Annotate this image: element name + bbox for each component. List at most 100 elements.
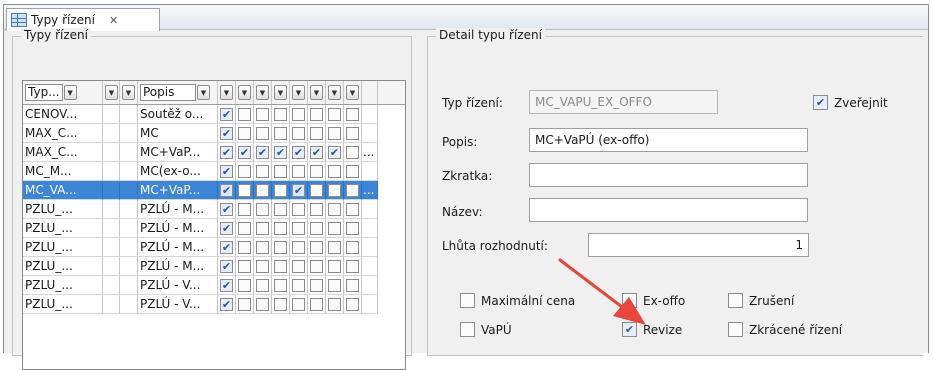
typ-cell[interactable]: MC_M... [23,162,103,181]
checkbox-icon[interactable] [310,164,323,178]
typ-cell[interactable]: PZLU_... [23,295,103,314]
checkbox-icon[interactable] [274,202,287,216]
popis-cell[interactable]: MC+VaP... [138,181,218,200]
check-cell[interactable] [272,181,290,200]
popis-cell[interactable]: MC(ex-o... [138,162,218,181]
checkbox-icon[interactable] [274,278,287,292]
checkbox-icon[interactable] [238,240,251,254]
check-cell[interactable] [290,276,308,295]
popis-cell[interactable]: PZLÚ - M... [138,238,218,257]
check-cell[interactable] [272,124,290,143]
table-row[interactable]: MAX_C... MC+VaP... ✔ ✔ ✔ ✔ ✔ ✔ ✔... [23,143,405,162]
check-cell[interactable] [326,257,344,276]
check-cell[interactable] [344,200,362,219]
table-row[interactable]: MC_M... MC(ex-o... ✔ [23,162,405,181]
check-cell[interactable] [254,257,272,276]
checkbox-icon[interactable] [274,221,287,235]
check-cell[interactable] [326,200,344,219]
checkbox-icon[interactable] [238,297,251,311]
check-cell[interactable] [290,257,308,276]
check-cell[interactable] [326,181,344,200]
checkbox-icon[interactable] [292,240,305,254]
checkbox-icon[interactable] [310,240,323,254]
checkbox-icon[interactable] [238,164,251,178]
check-cell[interactable] [290,219,308,238]
checkbox-icon[interactable]: ✔ [220,145,233,159]
check-cell[interactable] [326,276,344,295]
check-cell[interactable]: ✔ [218,219,236,238]
checkbox-icon[interactable] [292,297,305,311]
check-cell[interactable] [308,105,326,124]
check-cell[interactable] [272,295,290,314]
chevron-down-icon[interactable]: ▼ [310,85,323,100]
checkbox-icon[interactable]: ✔ [274,145,287,159]
chevron-down-icon[interactable]: ▼ [292,85,305,100]
checkbox-icon[interactable]: ✔ [220,240,233,254]
check-cell[interactable] [344,219,362,238]
checkbox-icon[interactable] [238,126,251,140]
check-cell[interactable] [344,238,362,257]
check-cell[interactable] [236,295,254,314]
check-cell[interactable] [254,295,272,314]
column-header-popis[interactable]: Popis ▼ [138,81,218,104]
table-row[interactable]: PZLU_... PZLÚ - M... ✔ [23,219,405,238]
checkbox-icon[interactable] [328,126,341,140]
checkbox-icon[interactable] [256,126,269,140]
typy-rizeni-grid[interactable]: Typ... ▼ ▼ ▼ Popis ▼ ▼ ▼ ▼ ▼ ▼ ▼ ▼ ▼ CEN… [22,80,406,370]
chevron-down-icon[interactable]: ▼ [122,85,135,100]
typ-cell[interactable]: PZLU_... [23,200,103,219]
check-cell[interactable] [290,238,308,257]
chevron-down-icon[interactable]: ▼ [197,85,210,100]
checkbox-icon[interactable] [346,259,359,273]
checkbox-icon[interactable] [292,202,305,216]
checkbox-icon[interactable] [256,107,269,121]
popis-cell[interactable]: PZLÚ - M... [138,219,218,238]
check-cell[interactable]: ✔ [272,143,290,162]
checkbox-icon[interactable] [346,126,359,140]
checkbox-icon[interactable] [238,107,251,121]
check-cell[interactable] [308,219,326,238]
checkbox-icon[interactable] [328,164,341,178]
check-cell[interactable]: ✔ [290,143,308,162]
check-cell[interactable] [290,200,308,219]
checkbox-icon[interactable] [292,107,305,121]
check-cell[interactable] [344,257,362,276]
check-cell[interactable] [236,105,254,124]
checkbox-icon[interactable] [274,183,287,197]
popis-cell[interactable]: PZLÚ - V... [138,276,218,295]
check-cell[interactable] [254,238,272,257]
column-header-check[interactable]: ▼ [326,81,344,104]
check-cell[interactable] [272,238,290,257]
chevron-down-icon[interactable]: ▼ [238,85,251,100]
checkbox-icon[interactable] [346,183,359,197]
checkbox-icon[interactable] [346,145,359,159]
check-cell[interactable]: ✔ [218,105,236,124]
vapu-checkbox[interactable]: VaPÚ [460,322,512,337]
typ-cell[interactable]: MC_VA... [23,181,103,200]
check-cell[interactable] [290,105,308,124]
check-cell[interactable] [254,276,272,295]
column-header-filter[interactable]: ▼ [120,81,138,104]
checkbox-icon[interactable] [328,240,341,254]
check-cell[interactable] [308,200,326,219]
check-cell[interactable] [272,162,290,181]
typ-cell[interactable]: PZLU_... [23,238,103,257]
checkbox-icon[interactable] [310,107,323,121]
checkbox-icon[interactable] [310,259,323,273]
check-cell[interactable]: ✔ [218,200,236,219]
check-cell[interactable] [308,276,326,295]
popis-cell[interactable]: MC [138,124,218,143]
close-icon[interactable]: ✕ [109,14,118,27]
checkbox-icon[interactable] [274,107,287,121]
checkbox-icon[interactable] [238,221,251,235]
nazev-field[interactable] [529,198,808,222]
checkbox-icon[interactable] [310,278,323,292]
checkbox-icon[interactable] [256,297,269,311]
column-header-check[interactable]: ▼ [308,81,326,104]
typ-cell[interactable]: PZLU_... [23,219,103,238]
table-row[interactable]: PZLU_... PZLÚ - V... ✔ [23,295,405,314]
check-cell[interactable]: ✔ [254,143,272,162]
check-cell[interactable] [344,276,362,295]
checkbox-icon[interactable]: ✔ [220,278,233,292]
popis-field[interactable]: MC+VaPÚ (ex-offo) [529,128,808,152]
